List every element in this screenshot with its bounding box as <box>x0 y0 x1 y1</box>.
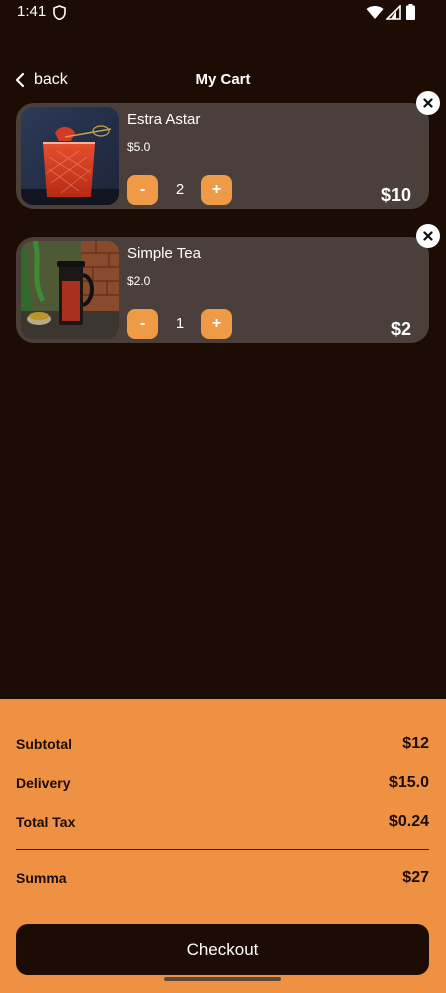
signal-icon <box>386 5 401 20</box>
quantity-value: 1 <box>175 315 185 332</box>
remove-item-button[interactable] <box>416 91 440 115</box>
item-name: Simple Tea <box>127 245 201 262</box>
quantity-value: 2 <box>175 181 185 198</box>
subtotal-value: $12 <box>402 735 429 752</box>
delivery-row: Delivery $15.0 <box>16 774 429 792</box>
home-indicator[interactable] <box>164 977 281 981</box>
item-image <box>21 107 119 205</box>
wifi-icon <box>366 6 384 19</box>
item-total: $10 <box>380 185 411 205</box>
cart-item: Estra Astar $5.0 - 2 + $10 <box>16 103 429 209</box>
increase-quantity-button[interactable]: + <box>201 175 232 205</box>
divider <box>16 849 429 850</box>
cart-item: Simple Tea $2.0 - 1 + $2 <box>16 237 429 343</box>
close-icon <box>423 98 433 108</box>
increase-quantity-button[interactable]: + <box>201 309 232 339</box>
decrease-quantity-button[interactable]: - <box>127 175 158 205</box>
close-icon <box>423 231 433 241</box>
subtotal-row: Subtotal $12 <box>16 735 429 753</box>
battery-icon <box>406 4 415 20</box>
delivery-value: $15.0 <box>388 774 429 791</box>
subtotal-label: Subtotal <box>16 736 72 752</box>
item-price: $2.0 <box>127 274 151 288</box>
header: back My Cart <box>0 68 446 94</box>
total-label: Summa <box>16 870 67 886</box>
status-time: 1:41 <box>17 3 47 20</box>
decrease-quantity-button[interactable]: - <box>127 309 158 339</box>
item-price: $5.0 <box>127 140 151 154</box>
tax-row: Total Tax $0.24 <box>16 813 429 831</box>
page-title: My Cart <box>195 71 251 88</box>
item-total: $2 <box>390 319 411 339</box>
shield-icon <box>53 5 66 20</box>
tax-label: Total Tax <box>16 814 76 830</box>
tax-value: $0.24 <box>388 813 429 830</box>
delivery-label: Delivery <box>16 775 71 791</box>
cocktail-image <box>21 107 119 205</box>
order-summary: Subtotal $12 Delivery $15.0 Total Tax $0… <box>0 699 446 993</box>
total-row: Summa $27 <box>16 869 429 887</box>
item-name: Estra Astar <box>127 111 201 128</box>
remove-item-button[interactable] <box>416 224 440 248</box>
total-value: $27 <box>402 869 429 886</box>
item-image <box>21 241 119 339</box>
tea-image <box>21 241 119 339</box>
status-bar: 1:41 <box>0 0 446 26</box>
checkout-button[interactable]: Checkout <box>16 924 429 975</box>
